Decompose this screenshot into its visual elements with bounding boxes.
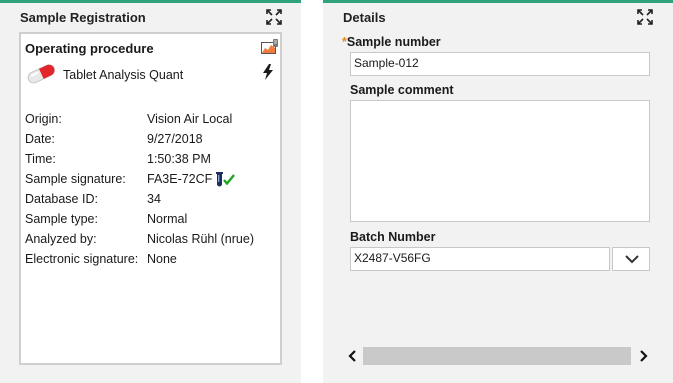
field-label: Time: <box>25 152 56 166</box>
field-label: Sample type: <box>25 212 98 226</box>
sample-number-label: *Sample number <box>342 35 441 49</box>
field-label: Sample signature: <box>25 172 126 186</box>
sample-number-input[interactable]: Sample-012 <box>350 52 650 76</box>
field-value: Nicolas Rühl (nrue) <box>147 232 254 246</box>
sample-info-card: Operating procedure Tablet Analysis Quan… <box>19 32 282 365</box>
panel-title: Sample Registration <box>20 10 146 25</box>
sample-registration-panel: Sample Registration Operating procedure … <box>0 0 301 383</box>
field-label: Analyzed by: <box>25 232 97 246</box>
chevron-left-icon[interactable] <box>345 348 361 364</box>
scrollbar-thumb[interactable] <box>363 347 631 365</box>
expand-icon[interactable] <box>266 9 282 25</box>
procedure-name: Tablet Analysis Quant <box>63 68 184 82</box>
field-value: FA3E-72CF <box>147 172 213 186</box>
expand-icon[interactable] <box>637 9 653 25</box>
signature-status <box>215 172 237 190</box>
chart-icon[interactable] <box>261 39 279 54</box>
field-value: Normal <box>147 212 188 226</box>
batch-number-input[interactable]: X2487-V56FG <box>350 247 610 271</box>
field-label: Electronic signature: <box>25 252 139 266</box>
field-value: None <box>147 252 177 266</box>
field-value: 9/27/2018 <box>147 132 203 146</box>
field-value: 34 <box>147 192 161 206</box>
horizontal-scrollbar[interactable] <box>343 347 653 365</box>
details-panel: Details *Sample number Sample-012 Sample… <box>323 0 673 383</box>
checkmark-icon <box>223 174 235 186</box>
field-label: Database ID: <box>25 192 98 206</box>
field-value: Vision Air Local <box>147 112 233 126</box>
vial-icon <box>216 172 223 187</box>
lightning-icon[interactable] <box>262 64 274 80</box>
pill-icon <box>27 64 55 84</box>
field-label: Date: <box>25 132 55 146</box>
field-value: 1:50:38 PM <box>147 152 211 166</box>
sample-comment-label: Sample comment <box>350 83 454 97</box>
panel-title: Details <box>343 10 386 25</box>
field-label: Origin: <box>25 112 62 126</box>
chevron-down-icon <box>625 255 639 264</box>
chevron-right-icon[interactable] <box>635 348 651 364</box>
batch-number-label: Batch Number <box>350 230 436 244</box>
sample-comment-textarea[interactable] <box>350 100 650 222</box>
batch-number-dropdown-button[interactable] <box>612 247 650 271</box>
card-heading: Operating procedure <box>25 41 154 56</box>
